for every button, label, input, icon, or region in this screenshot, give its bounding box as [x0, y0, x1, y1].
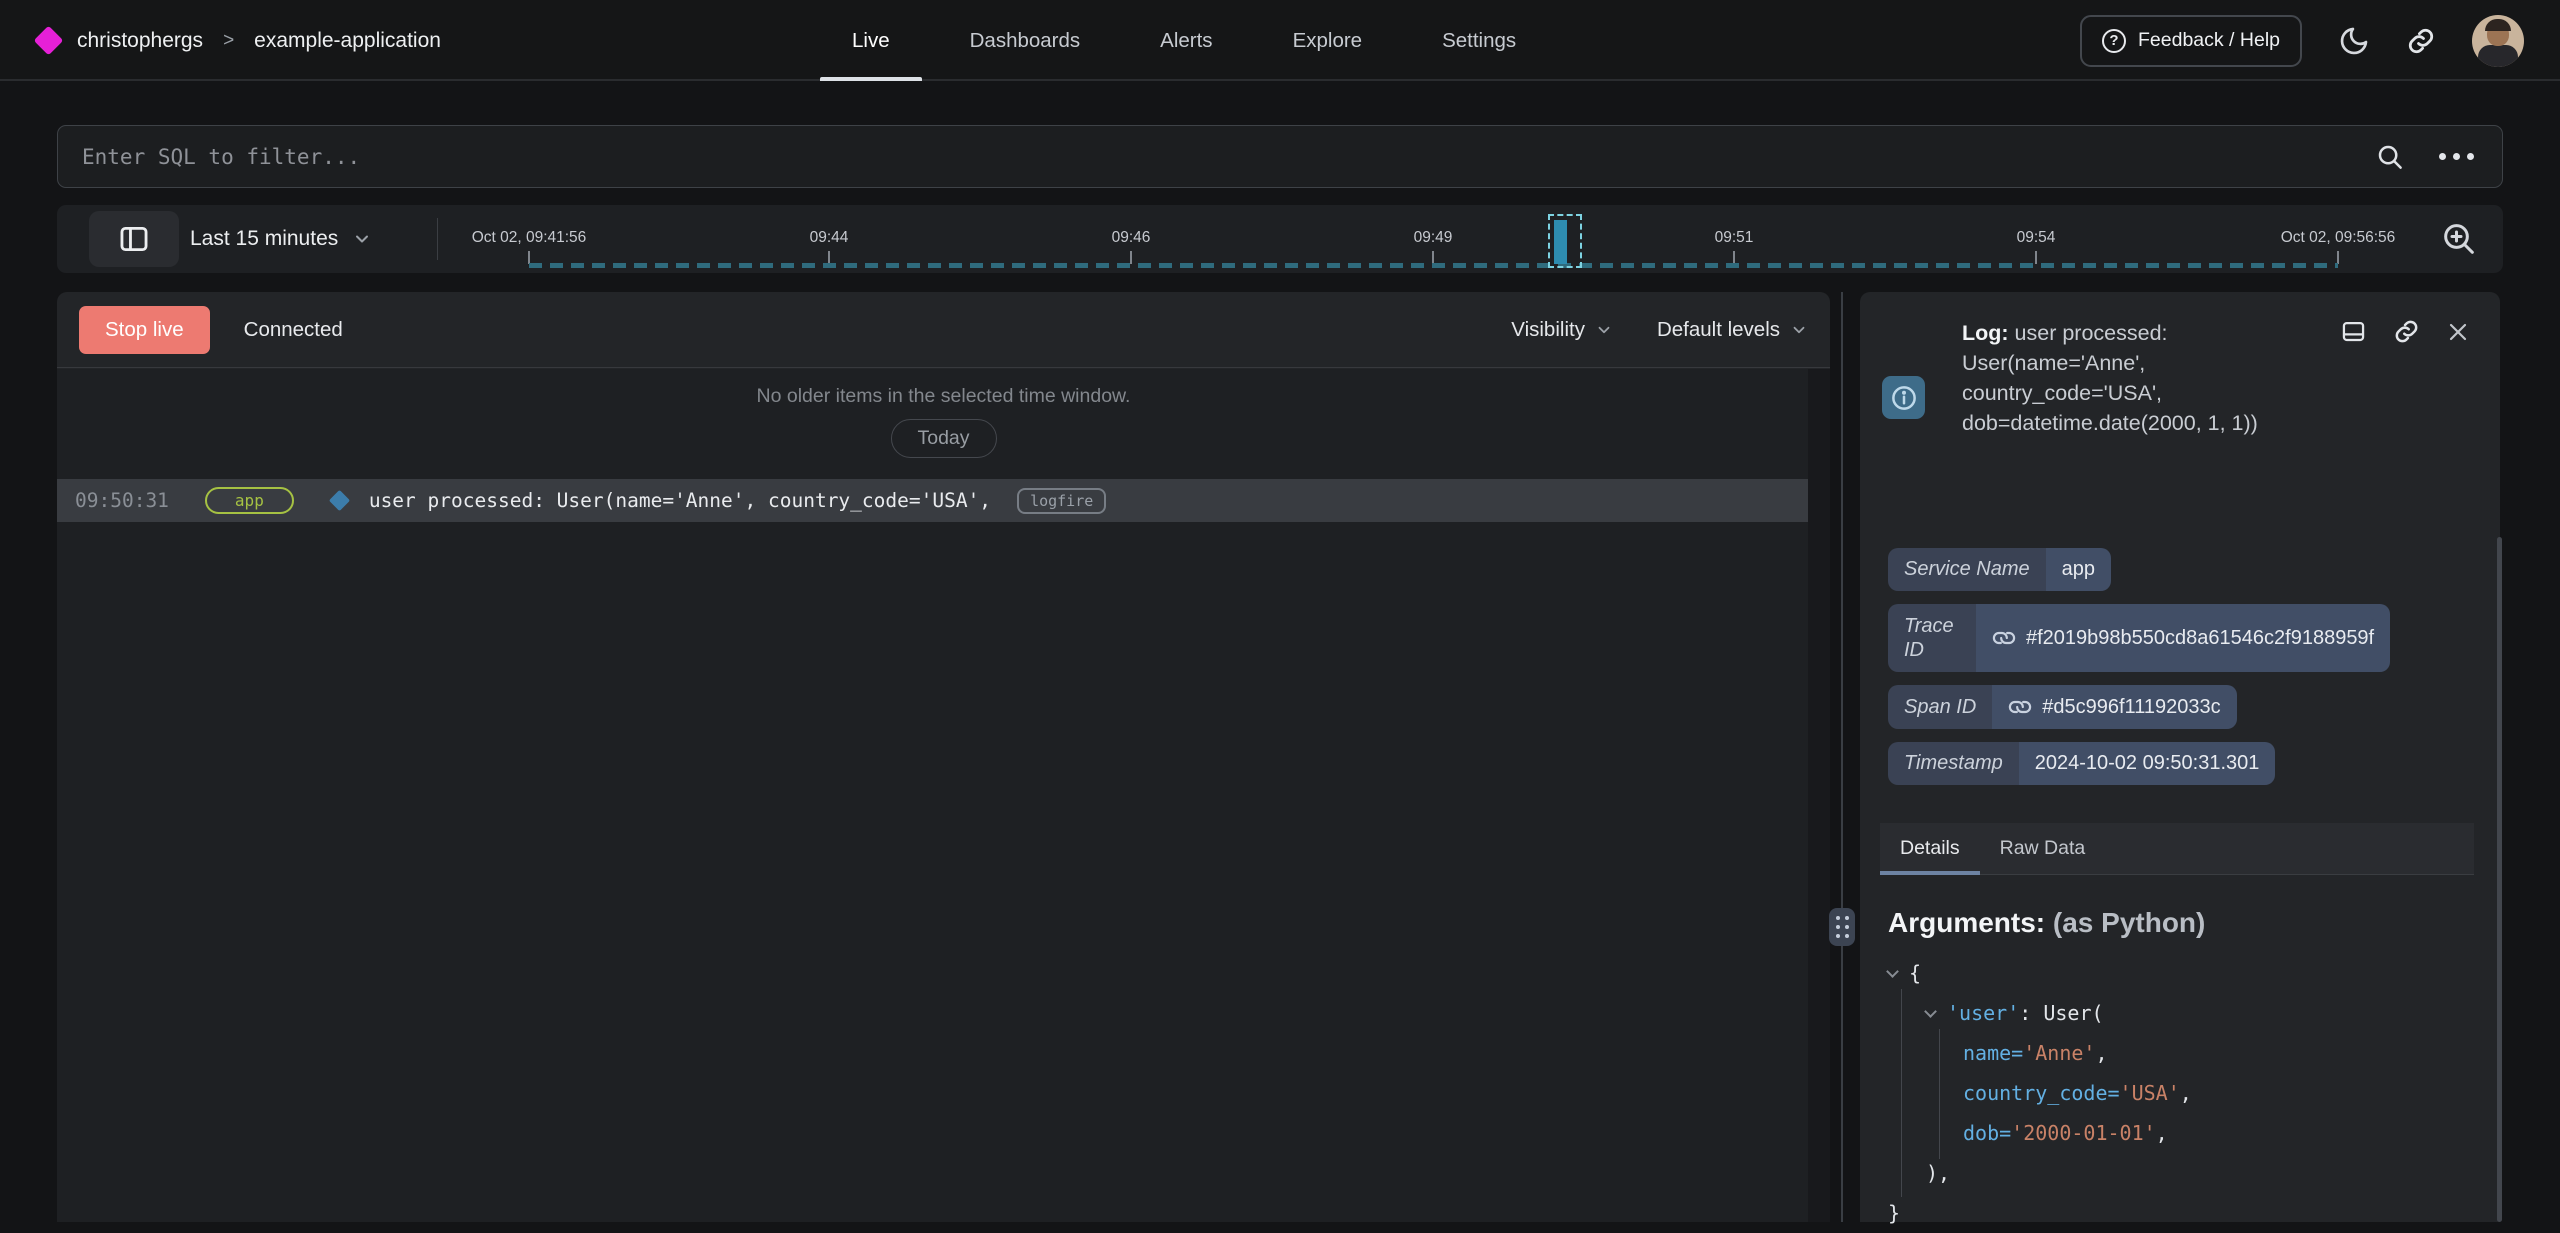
span-details-panel: Log: user processed: User(name='Anne', c… — [1860, 292, 2500, 1222]
timeline-divider — [437, 218, 438, 260]
main-nav-tabs: Live Dashboards Alerts Explore Settings — [852, 0, 1516, 81]
code-line: 'user': User( — [1888, 993, 2472, 1033]
stop-live-button[interactable]: Stop live — [79, 306, 210, 354]
dark-mode-moon-icon[interactable] — [2338, 25, 2370, 57]
time-range-label: Last 15 minutes — [190, 227, 338, 251]
timeline-activity-spike — [1554, 220, 1567, 264]
code-line: ), — [1888, 1153, 2472, 1193]
log-list: No older items in the selected time wind… — [57, 369, 1830, 1222]
nav-tab-explore[interactable]: Explore — [1293, 0, 1363, 81]
tab-details[interactable]: Details — [1880, 823, 1980, 874]
log-row-timestamp: 09:50:31 — [75, 489, 169, 512]
field-trace-id: Trace ID #f2019b98b550cd8a61546c2f918895… — [1888, 604, 2390, 672]
nav-right-cluster: ? Feedback / Help — [2080, 0, 2524, 81]
details-fields: Service Name app Trace ID #f2019b98b550c… — [1888, 548, 2472, 785]
field-timestamp-value: 2024-10-02 09:50:31.301 — [2019, 742, 2276, 785]
panel-divider — [1841, 292, 1843, 1222]
code-line: name='Anne', — [1888, 1033, 2472, 1073]
default-levels-label: Default levels — [1657, 318, 1780, 342]
nav-tab-live[interactable]: Live — [852, 0, 890, 81]
field-service-name-label: Service Name — [1888, 548, 2046, 591]
code-line: country_code='USA', — [1888, 1073, 2472, 1113]
field-trace-id-value-wrap[interactable]: #f2019b98b550cd8a61546c2f9188959f — [1976, 604, 2390, 672]
visibility-dropdown[interactable]: Visibility — [1511, 318, 1613, 342]
timeline-activity-line[interactable] — [529, 263, 2338, 268]
time-range-dropdown[interactable]: Last 15 minutes — [190, 205, 372, 273]
field-service-name-value: app — [2046, 548, 2111, 591]
log-row-message: user processed: User(name='Anne', countr… — [369, 489, 991, 512]
field-span-id-value-wrap[interactable]: #d5c996f11192033c — [1992, 685, 2236, 729]
logfire-scope-badge[interactable]: logfire — [1017, 488, 1106, 514]
arguments-python-tree: { 'user': User( name='Anne', country_cod… — [1888, 953, 2472, 1233]
timeline-selection-window[interactable] — [1548, 214, 1582, 268]
indent-guide — [1939, 1029, 1940, 1159]
search-icon[interactable] — [2375, 142, 2405, 172]
details-header: Log: user processed: User(name='Anne', c… — [1888, 318, 2472, 478]
sql-filter-placeholder: Enter SQL to filter... — [58, 145, 2375, 169]
avatar-body — [2478, 45, 2518, 67]
log-row[interactable]: 09:50:31 app user processed: User(name='… — [57, 479, 1808, 522]
tab-raw-data[interactable]: Raw Data — [1980, 823, 2106, 874]
breadcrumb-org[interactable]: christophergs — [77, 29, 203, 53]
field-span-id-label: Span ID — [1888, 685, 1992, 729]
live-view-panel: Stop live Connected Visibility Default l… — [57, 292, 1830, 1222]
code-line: { — [1888, 953, 2472, 993]
field-timestamp-label: Timestamp — [1888, 742, 2019, 785]
arguments-title: Arguments: — [1888, 907, 2045, 938]
avatar-hair — [2485, 19, 2511, 31]
nav-tab-settings[interactable]: Settings — [1442, 0, 1516, 81]
field-span-id: Span ID #d5c996f11192033c — [1888, 685, 2237, 729]
collapse-chevron-icon[interactable] — [1886, 965, 1899, 978]
connection-status: Connected — [244, 318, 343, 342]
feedback-help-button[interactable]: ? Feedback / Help — [2080, 15, 2302, 67]
indent-guide — [1901, 989, 1902, 1197]
details-scrollbar[interactable] — [2497, 537, 2502, 1222]
zoom-in-icon[interactable] — [2439, 219, 2479, 259]
default-levels-dropdown[interactable]: Default levels — [1657, 318, 1808, 342]
panel-resize-handle[interactable] — [1829, 908, 1855, 946]
breadcrumb: christophergs > example-application — [38, 0, 441, 81]
visibility-label: Visibility — [1511, 318, 1585, 342]
field-service-name: Service Name app — [1888, 548, 2111, 591]
arguments-subtitle: (as Python) — [2045, 907, 2205, 938]
field-timestamp: Timestamp 2024-10-02 09:50:31.301 — [1888, 742, 2275, 785]
collapse-chevron-icon[interactable] — [1924, 1005, 1937, 1018]
timeline-bar: Last 15 minutes Oct 02, 09:41:56 09:44 0… — [57, 205, 2503, 273]
field-span-id-value: #d5c996f11192033c — [2042, 696, 2220, 719]
more-options-icon[interactable] — [2439, 153, 2474, 160]
log-list-scroll-gutter[interactable] — [1808, 369, 1830, 1222]
nav-tab-alerts[interactable]: Alerts — [1160, 0, 1212, 81]
nav-tab-dashboards[interactable]: Dashboards — [970, 0, 1081, 81]
top-nav: christophergs > example-application Live… — [0, 0, 2560, 81]
span-link-icon — [2003, 690, 2037, 724]
breadcrumb-separator: > — [223, 30, 234, 52]
share-link-icon[interactable] — [2406, 26, 2436, 56]
service-name-badge[interactable]: app — [205, 487, 294, 514]
today-button[interactable]: Today — [890, 419, 996, 458]
empty-window-message: No older items in the selected time wind… — [57, 385, 1830, 408]
logfire-logo-icon[interactable] — [34, 26, 64, 56]
code-line: } — [1888, 1193, 2472, 1233]
sidebar-toggle-button[interactable] — [89, 211, 179, 267]
field-trace-id-value: #f2019b98b550cd8a61546c2f9188959f — [2026, 627, 2374, 650]
code-line: dob='2000-01-01', — [1888, 1113, 2472, 1153]
breadcrumb-project[interactable]: example-application — [254, 29, 441, 53]
live-panel-header: Stop live Connected Visibility Default l… — [57, 292, 1830, 368]
log-level-diamond-icon — [329, 490, 350, 511]
trace-link-icon — [1987, 621, 2021, 655]
user-avatar[interactable] — [2472, 15, 2524, 67]
details-tabstrip: Details Raw Data — [1880, 823, 2474, 875]
field-trace-id-label: Trace ID — [1888, 604, 1976, 672]
info-level-icon — [1882, 376, 1925, 419]
sql-filter-input[interactable]: Enter SQL to filter... — [57, 125, 2503, 188]
details-title-kind: Log: — [1962, 321, 2009, 345]
arguments-heading: Arguments: (as Python) — [1888, 907, 2472, 939]
details-title: Log: user processed: User(name='Anne', c… — [1962, 318, 2344, 438]
question-circle-icon: ? — [2102, 29, 2126, 53]
feedback-help-label: Feedback / Help — [2138, 29, 2280, 52]
